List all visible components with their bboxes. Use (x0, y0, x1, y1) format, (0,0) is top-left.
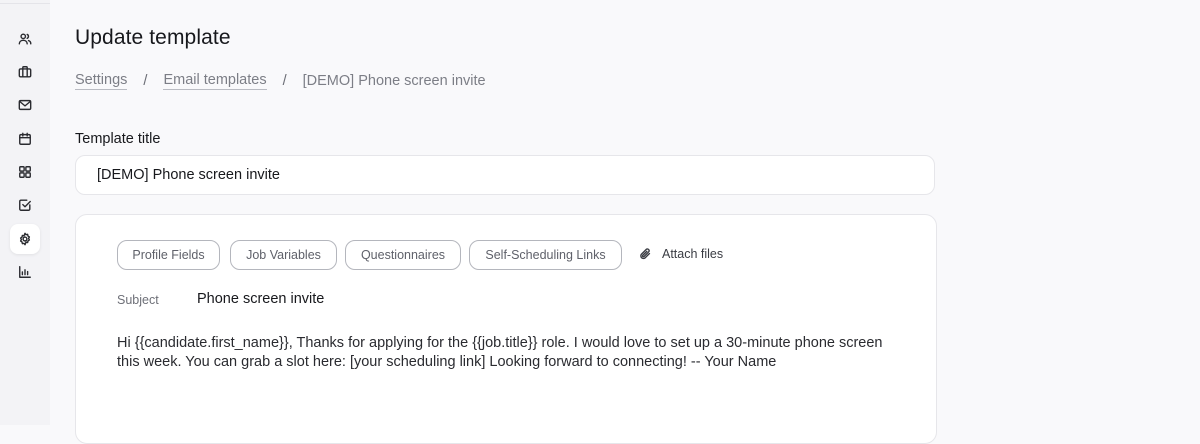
subject-label: Subject (117, 293, 159, 307)
profile-fields-button[interactable]: Profile Fields (117, 240, 220, 270)
breadcrumb-email-templates-link[interactable]: Email templates (163, 72, 267, 90)
gear-icon (19, 232, 31, 246)
sidebar-divider (0, 3, 50, 4)
sidebar-item-jobs[interactable] (10, 57, 40, 87)
breadcrumb-separator: / (282, 73, 287, 89)
attach-files-button[interactable]: Attach files (639, 244, 723, 264)
template-title-label: Template title (75, 131, 161, 147)
sidebar-item-apps[interactable] (10, 157, 40, 187)
breadcrumb-current: [DEMO] Phone screen invite (302, 73, 486, 89)
job-variables-button[interactable]: Job Variables (230, 240, 337, 270)
self-scheduling-links-button[interactable]: Self-Scheduling Links (469, 240, 622, 270)
paperclip-icon (640, 248, 651, 260)
breadcrumb: Settings / Email templates / [DEMO] Phon… (75, 70, 486, 92)
sidebar-item-calendar[interactable] (10, 124, 40, 154)
users-icon (18, 33, 32, 45)
bar-chart-icon (19, 266, 31, 278)
attach-files-label: Attach files (662, 247, 724, 261)
calendar-icon (19, 132, 31, 145)
sidebar-item-inbox[interactable] (10, 90, 40, 120)
sidebar-item-reports[interactable] (10, 257, 40, 287)
briefcase-icon (18, 66, 32, 78)
sidebar-item-candidates[interactable] (10, 24, 40, 54)
sidebar-item-settings[interactable] (10, 224, 40, 254)
subject-input[interactable]: Phone screen invite (197, 291, 324, 307)
checkbox-icon (19, 199, 31, 211)
template-title-input[interactable] (75, 155, 935, 195)
breadcrumb-separator: / (143, 73, 148, 89)
sidebar-item-tasks[interactable] (10, 190, 40, 220)
email-editor-card: Profile Fields Job Variables Questionnai… (75, 214, 937, 444)
page-title: Update template (75, 26, 231, 49)
mail-icon (18, 99, 32, 111)
apps-icon (19, 166, 31, 178)
sidebar (0, 0, 50, 425)
email-body-editor[interactable]: Hi {{candidate.first_name}}, Thanks for … (117, 334, 897, 372)
breadcrumb-settings-link[interactable]: Settings (75, 72, 128, 90)
questionnaires-button[interactable]: Questionnaires (345, 240, 461, 270)
